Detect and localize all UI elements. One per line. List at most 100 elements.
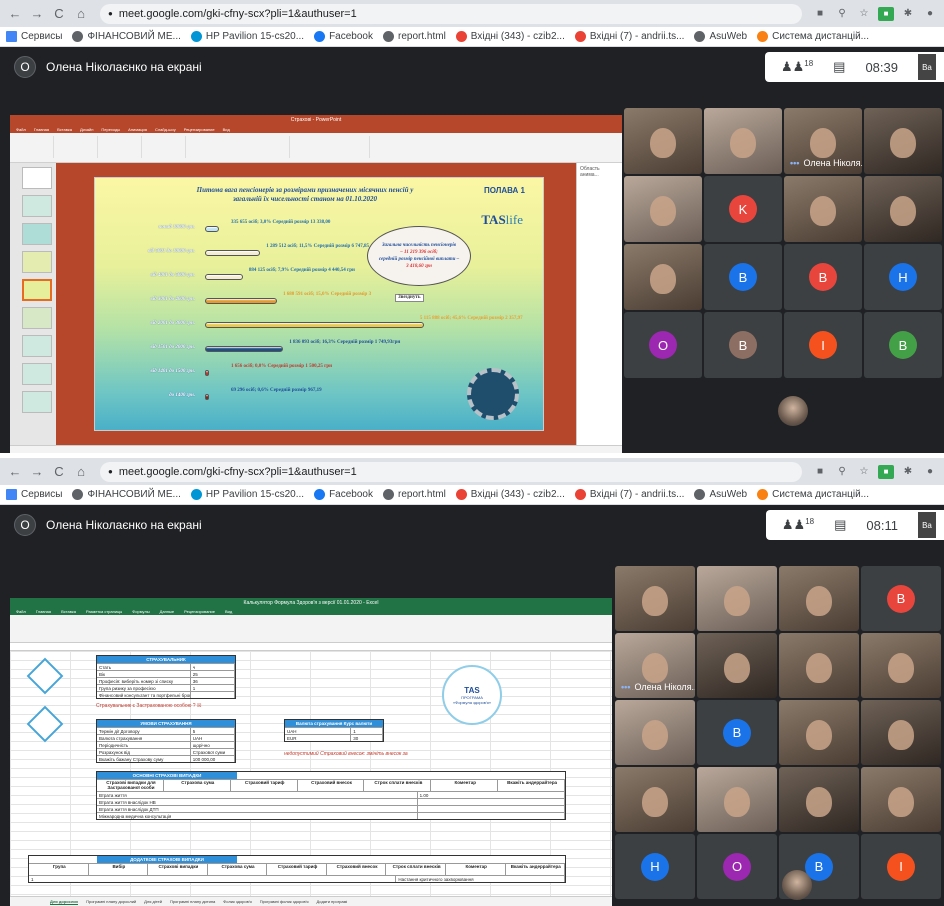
table-cell[interactable]: Втрата життя внаслідок ДТП [97, 806, 418, 812]
sheet-tab[interactable]: Для дітей [144, 899, 162, 904]
slide-thumb[interactable] [22, 335, 52, 357]
sheet-tab[interactable]: Додати програмі [317, 899, 348, 904]
table-cell[interactable]: 1 [29, 876, 397, 882]
participant-tile[interactable]: B [784, 244, 862, 310]
extension-icon[interactable]: ■ [878, 6, 894, 21]
participant-tile[interactable]: B [697, 700, 777, 765]
participant-tile[interactable] [624, 108, 702, 174]
participant-tile[interactable]: ••• Олена Ніколя... [615, 633, 695, 698]
puzzle-icon[interactable]: ✱ [900, 465, 916, 479]
home-button[interactable]: ⌂ [72, 5, 90, 23]
bookmark-item[interactable]: ФІНАНСОВИЙ МЕ... [72, 489, 181, 500]
formula-bar[interactable] [10, 643, 612, 651]
bookmark-item[interactable]: Вхідні (7) - andrii.ts... [574, 489, 684, 500]
participant-tile[interactable] [697, 767, 777, 832]
table-cell[interactable]: 100 000,00 [191, 756, 235, 762]
participant-tile[interactable] [697, 633, 777, 698]
sheet-tab[interactable]: Фолик здоров'я [223, 899, 251, 904]
table-cell[interactable]: Вкажіть бажану Страхову суму [97, 756, 191, 762]
profile-icon[interactable]: ● [922, 7, 938, 21]
participant-tile[interactable] [615, 700, 695, 765]
bookmark-item[interactable]: Система дистанцій... [757, 489, 869, 500]
forward-button[interactable]: → [28, 463, 46, 481]
slide-thumb[interactable] [22, 391, 52, 413]
spreadsheet-grid[interactable]: СТРАХУВАЛЬНИК Стать ч Вік 25 Професія: вибер… [10, 651, 612, 896]
participant-tile[interactable]: H [864, 244, 942, 310]
participant-tile[interactable] [779, 566, 859, 631]
bookmark-item[interactable]: Система дистанцій... [757, 31, 869, 42]
camera-icon[interactable]: ■ [812, 465, 828, 479]
bookmark-item[interactable]: AsuWeb [694, 31, 747, 42]
bookmark-item[interactable]: HP Pavilion 15-cs20... [190, 489, 304, 500]
reload-button[interactable]: C [50, 463, 68, 481]
table-cell[interactable]: Страхової суми [191, 749, 235, 755]
slide-thumb-active[interactable] [22, 279, 52, 301]
star-icon[interactable]: ☆ [856, 7, 872, 21]
zoom-icon[interactable]: ⚲ [834, 7, 850, 21]
reload-button[interactable]: C [50, 5, 68, 23]
slide-thumb[interactable] [22, 223, 52, 245]
bookmark-item[interactable]: Сервисы [6, 31, 62, 42]
table-cell[interactable]: Розрахунок від [97, 749, 191, 755]
participant-tile[interactable] [779, 633, 859, 698]
sheet-tab[interactable]: Програмні фолик здоров'я [260, 899, 309, 904]
table-cell[interactable]: Втрата життя [97, 792, 418, 798]
table-cell[interactable]: Настання критичного захворювання [396, 876, 565, 882]
bookmark-item[interactable]: report.html [383, 31, 446, 42]
participant-tile[interactable] [861, 767, 941, 832]
table-cell[interactable]: EUR [285, 735, 352, 741]
participant-tile[interactable] [779, 767, 859, 832]
extension-icon[interactable]: ■ [878, 464, 894, 479]
participant-tile[interactable]: O [697, 834, 777, 899]
participant-tile[interactable] [615, 767, 695, 832]
participant-tile[interactable]: B [704, 312, 782, 378]
forward-button[interactable]: → [28, 5, 46, 23]
table-cell[interactable]: ч [191, 664, 235, 670]
zoom-icon[interactable]: ⚲ [834, 465, 850, 479]
table-cell[interactable]: UAH [191, 735, 235, 741]
address-bar[interactable]: ● meet.google.com/gki-cfny-scx?pli=1&aut… [100, 461, 802, 482]
participants-button[interactable]: ♟♟ 18 [781, 59, 813, 75]
bookmark-item[interactable]: HP Pavilion 15-cs20... [190, 31, 304, 42]
participant-tile[interactable]: B [704, 244, 782, 310]
bookmark-item[interactable]: Вхідні (7) - andrii.ts... [574, 31, 684, 42]
checkbox[interactable]: ☒ [197, 703, 201, 709]
table-cell[interactable] [418, 806, 565, 812]
chat-icon[interactable]: ▤ [833, 59, 845, 75]
camera-icon[interactable]: ■ [812, 7, 828, 21]
participants-button[interactable]: ♟♟ 18 [782, 517, 814, 533]
table-cell[interactable] [418, 799, 565, 805]
participant-tile[interactable] [861, 633, 941, 698]
participant-tile[interactable]: K [704, 176, 782, 242]
home-button[interactable]: ⌂ [72, 463, 90, 481]
sheet-tab[interactable]: Програмні плану дорослий [86, 899, 136, 904]
back-button[interactable]: ← [6, 5, 24, 23]
sheet-tab[interactable]: Програмні плану дитина [170, 899, 215, 904]
participant-tile[interactable] [704, 108, 782, 174]
table-cell[interactable]: щорічно [191, 742, 235, 748]
puzzle-icon[interactable]: ✱ [900, 7, 916, 21]
table-cell[interactable]: Термін дії Договору [97, 728, 191, 734]
participant-tile[interactable] [864, 108, 942, 174]
table-cell[interactable]: Періодичність [97, 742, 191, 748]
participant-tile[interactable]: I [784, 312, 862, 378]
table-cell[interactable]: Стать [97, 664, 191, 670]
participant-tile[interactable]: I [861, 834, 941, 899]
table-cell[interactable]: 1 [351, 728, 383, 734]
table-cell[interactable]: UAH [285, 728, 352, 734]
bookmark-item[interactable]: Вхідні (343) - czib2... [455, 489, 565, 500]
bookmark-item[interactable]: ФІНАНСОВИЙ МЕ... [72, 31, 181, 42]
slide-thumb[interactable] [22, 363, 52, 385]
participant-tile[interactable] [861, 700, 941, 765]
table-cell[interactable]: Міжнародна медична консультація [97, 813, 418, 819]
slide-thumb[interactable] [22, 251, 52, 273]
participant-tile[interactable]: H [615, 834, 695, 899]
table-cell[interactable]: 25 [191, 671, 235, 677]
bookmark-item[interactable]: Сервисы [6, 489, 62, 500]
table-cell[interactable]: Втрата життя внаслідок НВ [97, 799, 418, 805]
table-cell[interactable]: 36 [191, 678, 235, 684]
table-cell[interactable] [418, 813, 565, 819]
star-icon[interactable]: ☆ [856, 465, 872, 479]
sheet-tab[interactable]: Для дорослих [50, 899, 79, 905]
bookmark-item[interactable]: Вхідні (343) - czib2... [455, 31, 565, 42]
